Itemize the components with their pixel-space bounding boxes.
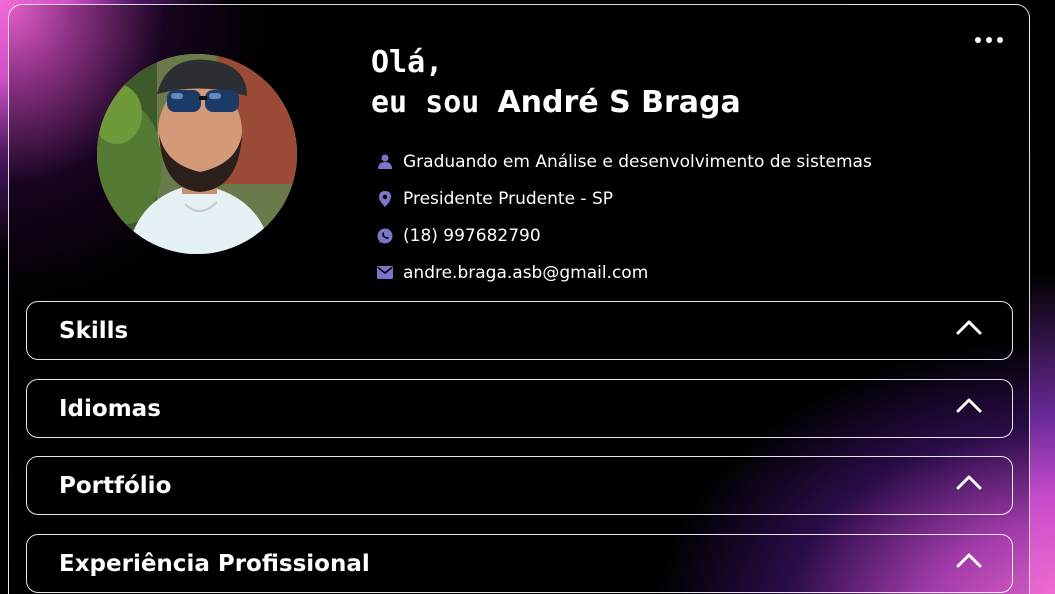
chevron-up-icon [956,398,982,412]
menu-dot [997,37,1003,43]
section-experiencia-profissional[interactable]: Experiência Profissional [26,534,1013,593]
info-item-education: Graduando em Análise e desenvolvimento d… [376,143,872,180]
section-title: Idiomas [59,395,161,422]
section-skills[interactable]: Skills [26,301,1013,360]
greeting-name-line: eu sou André S Braga [371,83,741,123]
info-item-phone[interactable]: (18) 997682790 [376,217,872,254]
info-item-location: Presidente Prudente - SP [376,180,872,217]
mail-icon [376,264,393,281]
section-title: Skills [59,317,129,344]
profile-card: Olá, eu sou André S Braga Graduando em A… [8,4,1030,594]
info-text: Graduando em Análise e desenvolvimento d… [403,151,872,172]
user-icon [376,153,393,170]
avatar [97,54,297,254]
section-title: Experiência Profissional [59,550,370,577]
more-options-icon[interactable] [975,37,1003,43]
greeting-line: Olá, [371,45,444,80]
greeting-prefix: eu sou [371,85,498,120]
chevron-up-icon [956,475,982,489]
section-portfolio[interactable]: Portfólio [26,456,1013,515]
section-idiomas[interactable]: Idiomas [26,379,1013,438]
info-text: Presidente Prudente - SP [403,188,614,209]
contact-info-list: Graduando em Análise e desenvolvimento d… [376,143,872,291]
info-text: (18) 997682790 [403,225,541,246]
menu-dot [975,37,981,43]
avatar-photo [97,54,297,254]
greeting-heading: Olá, eu sou André S Braga [371,43,741,123]
chevron-up-icon [956,320,982,334]
chevron-up-icon [956,553,982,567]
info-text: andre.braga.asb@gmail.com [403,262,649,283]
info-item-email[interactable]: andre.braga.asb@gmail.com [376,254,872,291]
profile-name: André S Braga [497,85,741,120]
menu-dot [986,37,992,43]
location-pin-icon [376,190,393,207]
section-title: Portfólio [59,472,172,499]
whatsapp-icon [376,227,393,244]
